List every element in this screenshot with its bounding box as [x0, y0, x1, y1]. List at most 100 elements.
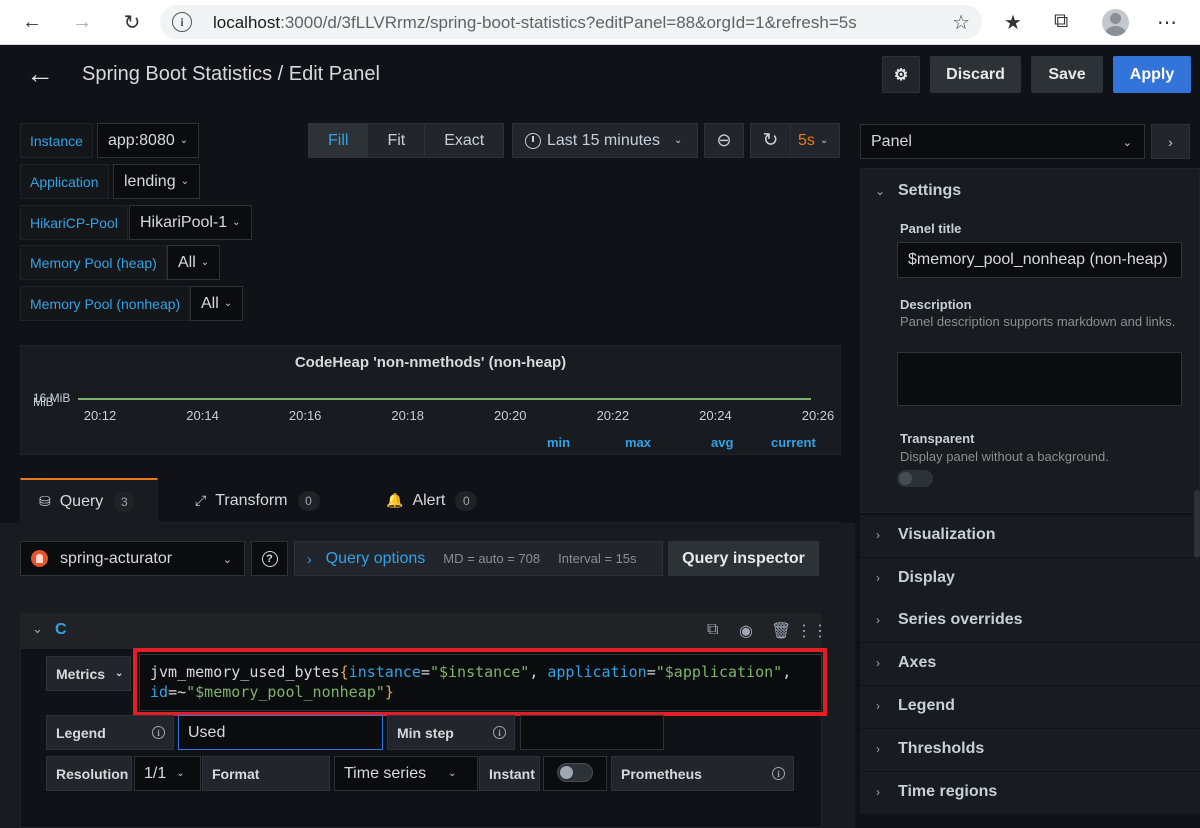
forward-icon[interactable]: → [68, 8, 96, 36]
code-token: instance [348, 663, 421, 681]
chevron-down-icon: ⌄ [232, 217, 241, 228]
eye-icon[interactable]: ◉ [739, 621, 753, 641]
query-inspector-button[interactable]: Query inspector [668, 541, 819, 576]
reload-icon[interactable]: ↻ [118, 8, 146, 36]
refresh-icon[interactable]: ↻ [751, 124, 791, 157]
format-field-label: Format [202, 756, 330, 791]
time-range-picker[interactable]: Last 15 minutes ⌄ [512, 123, 698, 158]
metrics-label: Metrics [56, 665, 106, 682]
datasource-picker[interactable]: spring-acturator ⌄ [20, 541, 245, 576]
section-axes[interactable]: › Axes [860, 643, 1200, 686]
info-icon[interactable]: i [772, 767, 785, 780]
drag-handle-icon[interactable]: ⋮⋮ [796, 621, 828, 641]
panel-settings-button[interactable]: ⚙ [882, 56, 920, 93]
panel-title-input[interactable]: $memory_pool_nonheap (non-heap) [897, 242, 1182, 278]
prometheus-logo-icon [31, 550, 48, 567]
duplicate-icon[interactable]: ⧉ [707, 621, 718, 639]
transform-icon: ⤢ [195, 492, 207, 508]
refresh-picker[interactable]: ↻ 5s ⌄ [750, 123, 840, 158]
instant-field-label: Instant [479, 756, 540, 791]
section-time-regions[interactable]: › Time regions [860, 772, 1200, 815]
section-legend[interactable]: › Legend [860, 686, 1200, 729]
chevron-down-icon[interactable]: ⌄ [875, 184, 885, 198]
options-scrollbar[interactable] [1194, 490, 1200, 558]
chevron-down-icon: ⌄ [180, 176, 189, 187]
view-mode-fit[interactable]: Fit [368, 124, 426, 157]
description-textarea[interactable] [897, 352, 1182, 406]
section-title: Visualization [898, 526, 996, 543]
options-pane-next-button[interactable]: › [1151, 124, 1190, 159]
panel-preview: CodeHeap 'non-nmethods' (non-heap) 16 Mi… [20, 345, 841, 455]
save-button[interactable]: Save [1031, 56, 1103, 93]
variable-select-memory-pool-heap[interactable]: All ⌄ [167, 245, 221, 280]
transparent-toggle[interactable] [897, 470, 933, 487]
x-axis: 20:12 20:14 20:16 20:18 20:20 20:22 20:24 20:26 [84, 408, 835, 424]
apply-button[interactable]: Apply [1113, 56, 1191, 93]
query-options-toggle[interactable]: › Query options MD = auto = 708 Interval… [294, 541, 663, 576]
legend-header-current[interactable]: current [771, 435, 816, 450]
legend-header-avg[interactable]: avg [711, 435, 733, 450]
info-icon[interactable]: i [493, 726, 506, 739]
field-label: Min step [397, 724, 454, 741]
code-token: , [782, 663, 792, 681]
address-bar[interactable]: i localhost:3000/d/3fLLVRrmz/spring-boot… [160, 5, 982, 39]
section-thresholds[interactable]: › Thresholds [860, 729, 1200, 772]
refresh-interval[interactable]: 5s [791, 132, 815, 150]
question-icon: ? [261, 550, 278, 567]
code-token: application [547, 663, 647, 681]
time-range-label: Last 15 minutes [547, 131, 660, 149]
section-display[interactable]: › Display [860, 558, 1200, 601]
variable-label-instance: Instance [20, 123, 93, 158]
favorites-icon[interactable]: ★ [1004, 10, 1022, 35]
metrics-browser-button[interactable]: Metrics ⌄ [46, 656, 131, 691]
variable-select-instance[interactable]: app:8080 ⌄ [97, 123, 200, 158]
promql-query-input[interactable]: jvm_memory_used_bytes{instance="$instanc… [139, 654, 822, 711]
instant-toggle[interactable] [557, 763, 593, 782]
chevron-down-icon: ⌄ [115, 668, 124, 679]
chevron-right-icon: › [876, 656, 880, 670]
variable-select-application[interactable]: lending ⌄ [113, 164, 200, 199]
tab-label: Alert [412, 491, 446, 509]
info-icon[interactable]: i [152, 726, 165, 739]
discard-button[interactable]: Discard [930, 56, 1021, 93]
back-arrow-icon[interactable]: ← [26, 58, 54, 90]
trash-icon[interactable]: 🗑 [771, 621, 791, 641]
variable-label-hikaricp-pool: HikariCP-Pool [20, 205, 128, 240]
code-token: "$instance" [429, 663, 530, 681]
more-menu-icon[interactable]: ⋯ [1157, 10, 1177, 35]
section-series-overrides[interactable]: › Series overrides [860, 600, 1200, 643]
variable-select-hikaricp-pool[interactable]: HikariPool-1 ⌄ [129, 205, 252, 240]
profile-avatar[interactable] [1102, 9, 1129, 36]
format-select[interactable]: Time series ⌄ [334, 756, 478, 791]
chevron-right-icon: › [1168, 133, 1173, 150]
collections-icon[interactable]: ⧉ [1054, 10, 1068, 33]
view-mode-exact[interactable]: Exact [425, 124, 504, 157]
variable-select-memory-pool-nonheap[interactable]: All ⌄ [190, 286, 244, 321]
code-token: "$application" [655, 663, 783, 681]
resolution-select[interactable]: 1/1 ⌄ [134, 756, 201, 791]
tab-alert[interactable]: 🔔 Alert 0 [386, 478, 478, 523]
legend-input[interactable]: Used [178, 715, 383, 750]
section-visualization[interactable]: › Visualization [860, 515, 1200, 558]
back-icon[interactable]: ← [18, 8, 46, 36]
chevron-down-icon[interactable]: ⌄ [32, 621, 43, 637]
zoom-out-button[interactable]: ⊖ [704, 123, 744, 158]
resolution-value: 1/1 [144, 764, 167, 782]
x-axis-tick: 20:14 [186, 408, 219, 423]
help-button[interactable]: ? [251, 541, 288, 576]
bookmark-star-icon[interactable]: ☆ [952, 10, 970, 35]
format-value: Time series [344, 764, 427, 782]
query-ref-id[interactable]: C [55, 621, 67, 639]
tab-transform[interactable]: ⤢ Transform 0 [195, 478, 320, 523]
query-row-header [20, 613, 822, 649]
view-mode-fill[interactable]: Fill [309, 124, 369, 157]
options-pane-selector[interactable]: Panel ⌄ [860, 124, 1145, 159]
legend-header-max[interactable]: max [625, 435, 651, 450]
tab-query[interactable]: ⛁ Query 3 [20, 478, 158, 523]
min-step-input[interactable] [520, 715, 664, 750]
site-info-icon[interactable]: i [172, 12, 192, 32]
settings-section-title[interactable]: Settings [898, 182, 961, 200]
chevron-down-icon: ⌄ [223, 298, 233, 309]
tab-count: 0 [455, 490, 478, 511]
legend-header-min[interactable]: min [547, 435, 570, 450]
